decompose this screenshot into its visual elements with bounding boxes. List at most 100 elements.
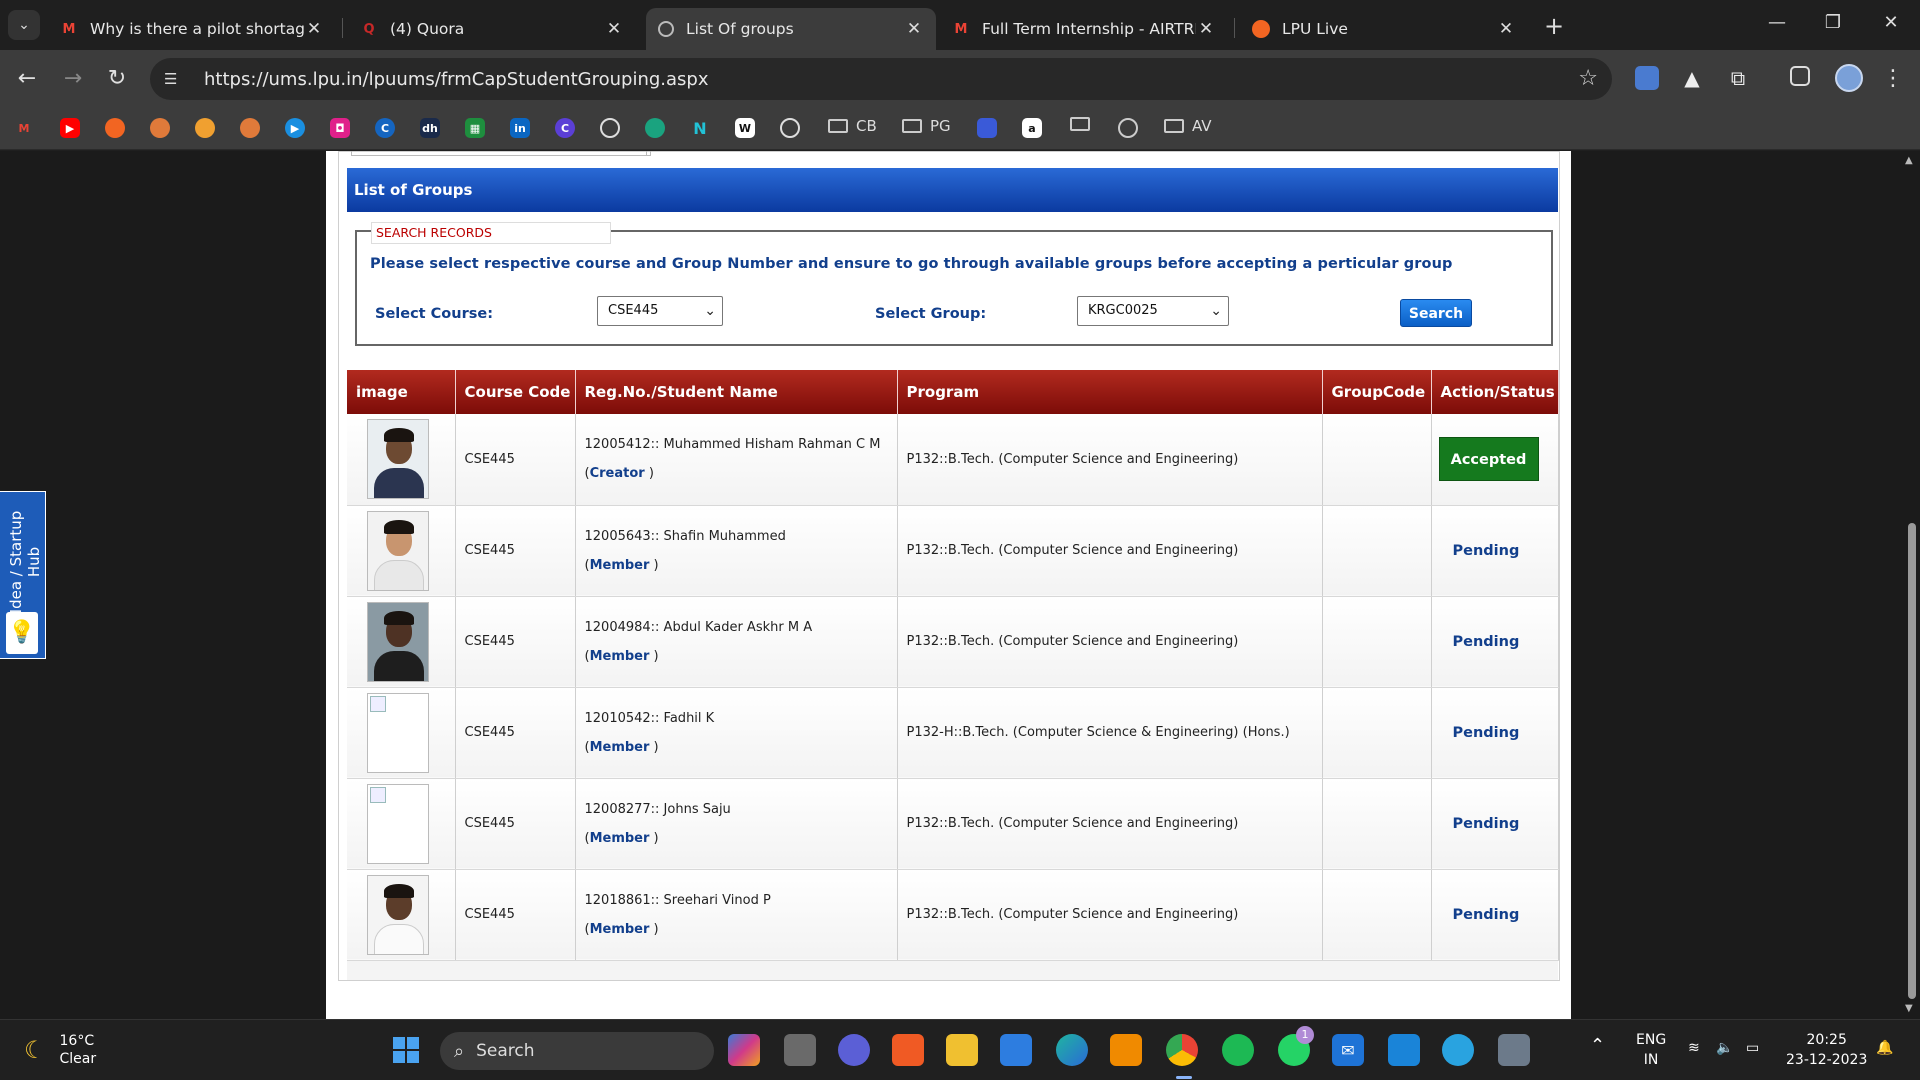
tab-search-button[interactable]: ⌄	[8, 10, 40, 40]
close-tab-icon[interactable]: ✕	[304, 19, 324, 39]
edge-icon[interactable]	[1056, 1034, 1088, 1066]
course-code-cell: CSE445	[455, 869, 576, 961]
site-info-icon[interactable]: ☰	[164, 70, 186, 88]
pending-status-link[interactable]: Pending	[1453, 816, 1520, 832]
globe-bookmark-icon[interactable]	[1118, 118, 1138, 138]
bookmark-folder-pg[interactable]: PG	[902, 117, 951, 135]
sheets-bookmark-icon[interactable]: ▦	[465, 118, 485, 138]
dh-bookmark-icon[interactable]: dh	[420, 118, 440, 138]
telegram-icon[interactable]	[1442, 1034, 1474, 1066]
language-indicator[interactable]: ENG IN	[1636, 1030, 1666, 1070]
pending-status-link[interactable]: Pending	[1453, 725, 1520, 741]
forward-icon[interactable]: →	[58, 64, 88, 94]
profile-avatar[interactable]	[1835, 64, 1863, 92]
brave-icon[interactable]	[892, 1034, 924, 1066]
bookmarks-bar: M ▶ ▶ ◘ C dh ▦ in C N W CB PG a AV	[0, 108, 1920, 150]
wifi-icon[interactable]: ≋	[1688, 1038, 1700, 1058]
notification-bell-icon[interactable]: 🔔	[1876, 1038, 1893, 1058]
tab-list-of-groups[interactable]: List Of groups ✕	[646, 8, 936, 50]
idea-startup-hub-tab[interactable]: Idea / Startup Hub 💡	[0, 491, 46, 659]
close-tab-icon[interactable]: ✕	[1496, 19, 1516, 39]
battery-icon[interactable]: ▭	[1746, 1038, 1759, 1058]
clock[interactable]: 20:25 23-12-2023	[1786, 1030, 1867, 1070]
menu-dots-icon[interactable]: ⋮	[1878, 64, 1908, 94]
chatgpt-bookmark-icon[interactable]	[645, 118, 665, 138]
photo-bookmark-icon[interactable]	[977, 118, 997, 138]
new-tab-button[interactable]: +	[1544, 12, 1564, 40]
tab-quora[interactable]: Q (4) Quora ✕	[348, 8, 636, 50]
tab-lpu-live[interactable]: LPU Live ✕	[1240, 8, 1528, 50]
wikipedia-bookmark-icon[interactable]: W	[735, 118, 755, 138]
lpu-bookmark-icon[interactable]	[105, 118, 125, 138]
notion-bookmark-icon[interactable]: N	[690, 118, 710, 138]
github-alt-bookmark-icon[interactable]	[600, 118, 620, 138]
tab-airtribe[interactable]: M Full Term Internship - AIRTRIBE ✕	[940, 8, 1228, 50]
omnibox[interactable]: ☰ https://ums.lpu.in/lpuums/frmCapStuden…	[150, 58, 1612, 100]
lpu-bookmark-icon[interactable]	[240, 118, 260, 138]
app-bookmark-icon[interactable]: ◘	[330, 118, 350, 138]
extension-icon[interactable]	[1635, 66, 1659, 90]
c-bookmark-icon[interactable]: C	[375, 118, 395, 138]
lpu-bookmark-icon[interactable]	[150, 118, 170, 138]
mail-icon[interactable]: ✉	[1332, 1034, 1364, 1066]
search-button[interactable]: Search	[1400, 299, 1472, 327]
close-tab-icon[interactable]: ✕	[904, 19, 924, 39]
chrome-icon[interactable]	[1166, 1034, 1198, 1066]
tray-overflow-icon[interactable]: ⌃	[1590, 1036, 1605, 1056]
office-icon[interactable]	[1110, 1034, 1142, 1066]
c-circle-bookmark-icon[interactable]: C	[555, 118, 575, 138]
folder-icon	[902, 119, 922, 133]
youtube-bookmark-icon[interactable]: ▶	[60, 118, 80, 138]
teams-chat-icon[interactable]	[838, 1034, 870, 1066]
taskbar-search[interactable]: ⌕ Search	[440, 1032, 714, 1070]
sun-bookmark-icon[interactable]	[195, 118, 215, 138]
volume-icon[interactable]: 🔈	[1716, 1038, 1733, 1058]
file-explorer-icon[interactable]	[946, 1034, 978, 1066]
folder-icon	[828, 119, 848, 133]
bookmark-folder-av[interactable]: AV	[1164, 117, 1212, 135]
play-bookmark-icon[interactable]: ▶	[285, 118, 305, 138]
url-text[interactable]: https://ums.lpu.in/lpuums/frmCapStudentG…	[204, 69, 709, 90]
weather-widget[interactable]: ☾ 16°C Clear	[24, 1032, 96, 1068]
drive-icon[interactable]: ▲	[1680, 66, 1704, 90]
back-icon[interactable]: ←	[12, 64, 42, 94]
tab-pilot-shortage[interactable]: M Why is there a pilot shortage wi ✕	[48, 8, 336, 50]
header-action-status: Action/Status	[1431, 370, 1559, 414]
gmail-bookmark-icon[interactable]: M	[14, 118, 34, 138]
windows-start-icon[interactable]	[390, 1034, 422, 1066]
page-scrollbar[interactable]: ▲ ▼	[1902, 151, 1920, 1019]
accepted-button[interactable]: Accepted	[1438, 437, 1539, 482]
amazon-bookmark-icon[interactable]: a	[1022, 118, 1042, 138]
pending-status-link[interactable]: Pending	[1453, 907, 1520, 923]
vscode-icon[interactable]	[1388, 1034, 1420, 1066]
minimize-icon[interactable]: —	[1762, 12, 1792, 33]
scroll-up-icon[interactable]: ▲	[1905, 155, 1913, 166]
close-tab-icon[interactable]: ✕	[604, 19, 624, 39]
student-name: 12005643:: Shafin Muhammed	[584, 528, 786, 544]
copilot-icon[interactable]	[728, 1034, 760, 1066]
table-header-row: image Course Code Reg.No./Student Name P…	[347, 370, 1559, 414]
linkedin-bookmark-icon[interactable]: in	[510, 118, 530, 138]
puzzle-icon[interactable]: ⧉	[1726, 66, 1750, 90]
pending-status-link[interactable]: Pending	[1453, 634, 1520, 650]
scroll-down-icon[interactable]: ▼	[1905, 1003, 1913, 1014]
course-select[interactable]: CSE445 ⌄	[597, 296, 723, 326]
store-icon[interactable]	[1000, 1034, 1032, 1066]
group-code-cell	[1322, 687, 1432, 779]
bookmark-star-icon[interactable]: ☆	[1578, 66, 1598, 91]
reload-icon[interactable]: ↻	[102, 64, 132, 94]
scrollbar-thumb[interactable]	[1908, 523, 1916, 999]
bookmark-folder-unnamed[interactable]	[1070, 117, 1098, 131]
pending-status-link[interactable]: Pending	[1453, 543, 1520, 559]
restore-icon[interactable]: ❐	[1818, 12, 1848, 33]
bookmark-folder-cb[interactable]: CB	[828, 117, 877, 135]
side-panel-icon[interactable]	[1790, 66, 1810, 86]
group-select[interactable]: KRGC0025 ⌄	[1077, 296, 1229, 326]
github-bookmark-icon[interactable]	[780, 118, 800, 138]
window-close-icon[interactable]: ✕	[1876, 12, 1906, 33]
spotify-icon[interactable]	[1222, 1034, 1254, 1066]
camera-icon[interactable]	[1498, 1034, 1530, 1066]
task-view-icon[interactable]	[784, 1034, 816, 1066]
close-tab-icon[interactable]: ✕	[1196, 19, 1216, 39]
table-row: CSE445 12008277:: Johns Saju (Member ) P…	[347, 778, 1559, 870]
